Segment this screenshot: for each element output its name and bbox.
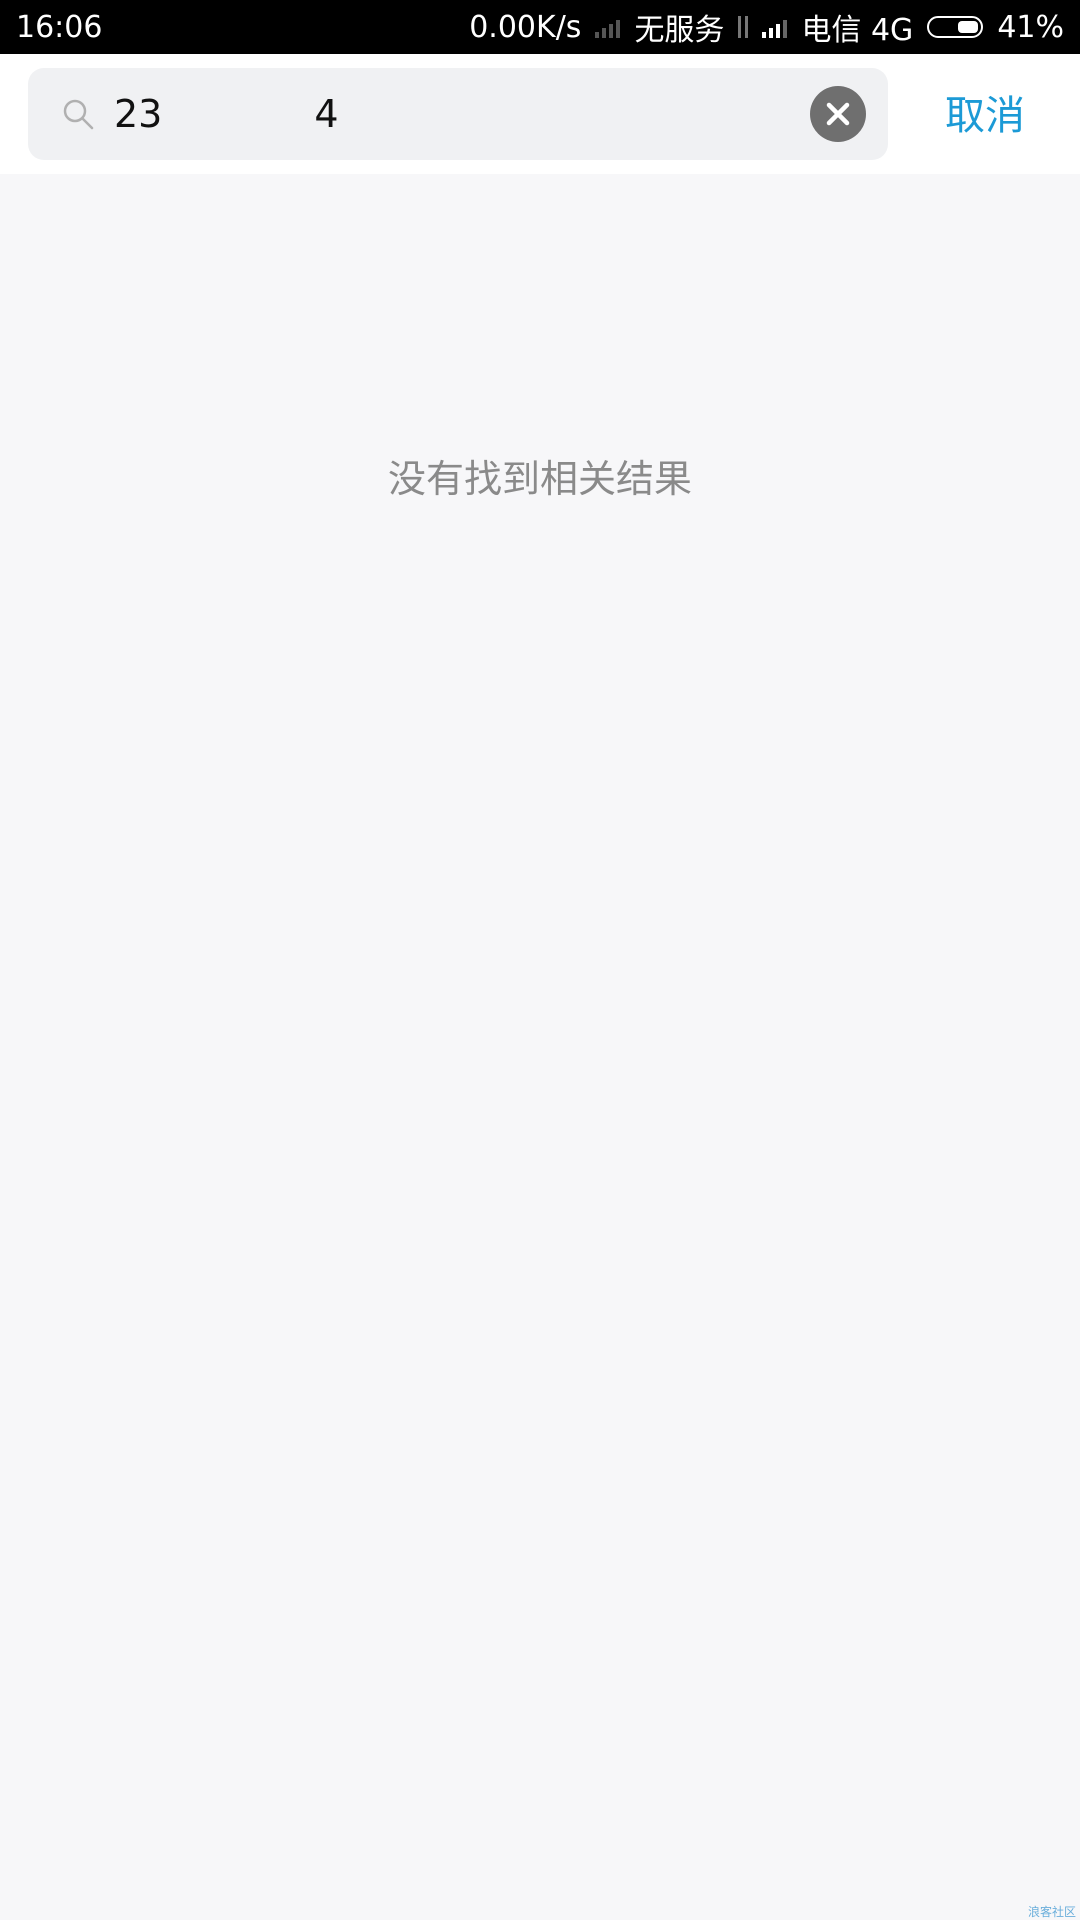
clear-search-button[interactable]: [810, 86, 866, 142]
signal-strength-icon: [762, 16, 788, 38]
empty-result-message: 没有找到相关结果: [387, 457, 692, 501]
close-icon: [826, 102, 850, 126]
search-query-text: 23 4: [114, 92, 339, 136]
battery-percent: 41%: [997, 9, 1064, 45]
signal-no-service-icon: [595, 16, 621, 38]
no-service-label: 无服务: [634, 13, 725, 48]
status-bar: 16:06 0.00K/s 无服务 电信 4G 41%: [0, 0, 1080, 54]
search-icon: [63, 99, 94, 130]
cancel-button[interactable]: 取消: [920, 88, 1050, 144]
data-transfer-icon: [738, 14, 749, 40]
status-time: 16:06: [16, 9, 103, 45]
battery-icon: [927, 16, 984, 38]
search-input[interactable]: 23 4: [28, 68, 888, 160]
search-header: 23 4 取消: [0, 54, 1080, 174]
carrier-label: 电信 4G: [801, 13, 914, 48]
watermark: 浪客社区: [1027, 1905, 1076, 1919]
net-speed: 0.00K/s: [469, 9, 582, 45]
